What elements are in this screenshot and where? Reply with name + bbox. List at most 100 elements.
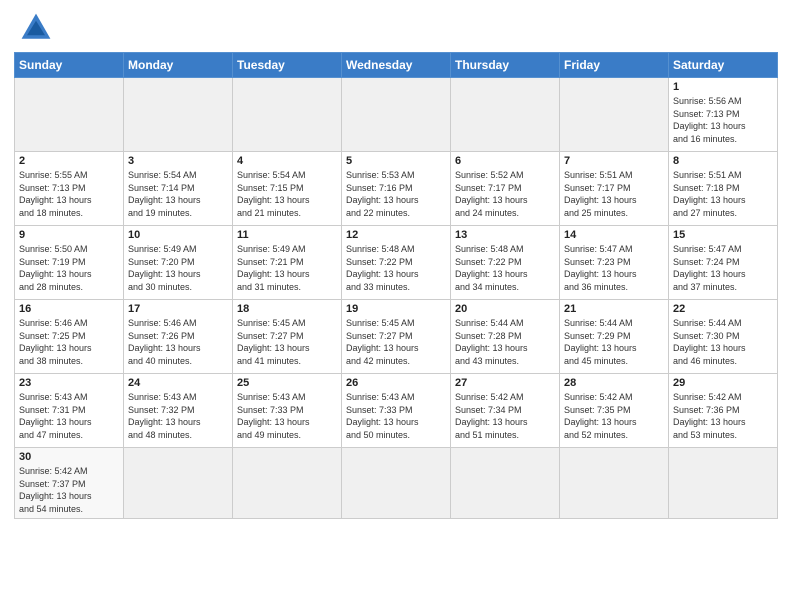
day-info: Sunrise: 5:56 AMSunset: 7:13 PMDaylight:…	[673, 95, 773, 145]
day-info: Sunrise: 5:48 AMSunset: 7:22 PMDaylight:…	[455, 243, 555, 293]
calendar-cell	[15, 78, 124, 152]
day-info: Sunrise: 5:45 AMSunset: 7:27 PMDaylight:…	[237, 317, 337, 367]
day-info: Sunrise: 5:49 AMSunset: 7:21 PMDaylight:…	[237, 243, 337, 293]
day-info: Sunrise: 5:43 AMSunset: 7:31 PMDaylight:…	[19, 391, 119, 441]
calendar-week-row: 16Sunrise: 5:46 AMSunset: 7:25 PMDayligh…	[15, 300, 778, 374]
day-number: 30	[19, 451, 119, 463]
day-number: 2	[19, 155, 119, 167]
day-info: Sunrise: 5:44 AMSunset: 7:30 PMDaylight:…	[673, 317, 773, 367]
day-info: Sunrise: 5:43 AMSunset: 7:33 PMDaylight:…	[346, 391, 446, 441]
calendar-cell: 1 Sunrise: 5:56 AMSunset: 7:13 PMDaylight…	[669, 78, 778, 152]
calendar-cell	[233, 78, 342, 152]
calendar-week-row: 9 Sunrise: 5:50 AMSunset: 7:19 PMDaylight…	[15, 226, 778, 300]
calendar-cell: 18 Sunrise: 5:45 AMSunset: 7:27 PMDayligh…	[233, 300, 342, 374]
calendar-cell	[233, 448, 342, 519]
day-info: Sunrise: 5:49 AMSunset: 7:20 PMDaylight:…	[128, 243, 228, 293]
day-number: 18	[237, 303, 337, 315]
calendar-cell	[451, 78, 560, 152]
calendar-cell: 21 Sunrise: 5:44 AMSunset: 7:29 PMDayligh…	[560, 300, 669, 374]
calendar-cell	[124, 78, 233, 152]
day-info: Sunrise: 5:47 AMSunset: 7:24 PMDaylight:…	[673, 243, 773, 293]
calendar-cell: 6 Sunrise: 5:52 AMSunset: 7:17 PMDaylight…	[451, 152, 560, 226]
calendar-cell	[342, 448, 451, 519]
day-number: 22	[673, 303, 773, 315]
calendar-cell	[560, 448, 669, 519]
calendar-cell: 15 Sunrise: 5:47 AMSunset: 7:24 PMDayligh…	[669, 226, 778, 300]
day-number: 6	[455, 155, 555, 167]
day-number: 12	[346, 229, 446, 241]
day-number: 26	[346, 377, 446, 389]
calendar-cell: 23 Sunrise: 5:43 AMSunset: 7:31 PMDayligh…	[15, 374, 124, 448]
calendar-week-row: 1 Sunrise: 5:56 AMSunset: 7:13 PMDaylight…	[15, 78, 778, 152]
day-number: 7	[564, 155, 664, 167]
calendar-cell	[560, 78, 669, 152]
weekday-header-tuesday: Tuesday	[233, 53, 342, 78]
calendar-cell: 30Sunrise: 5:42 AMSunset: 7:37 PMDayligh…	[15, 448, 124, 519]
weekday-header-wednesday: Wednesday	[342, 53, 451, 78]
page: SundayMondayTuesdayWednesdayThursdayFrid…	[0, 0, 792, 612]
day-number: 25	[237, 377, 337, 389]
calendar-cell: 22 Sunrise: 5:44 AMSunset: 7:30 PMDayligh…	[669, 300, 778, 374]
calendar-cell: 13Sunrise: 5:48 AMSunset: 7:22 PMDayligh…	[451, 226, 560, 300]
day-number: 15	[673, 229, 773, 241]
calendar-cell: 14Sunrise: 5:47 AMSunset: 7:23 PMDayligh…	[560, 226, 669, 300]
calendar-header-row: SundayMondayTuesdayWednesdayThursdayFrid…	[15, 53, 778, 78]
calendar-week-row: 23 Sunrise: 5:43 AMSunset: 7:31 PMDayligh…	[15, 374, 778, 448]
calendar-cell: 25 Sunrise: 5:43 AMSunset: 7:33 PMDayligh…	[233, 374, 342, 448]
calendar-cell	[124, 448, 233, 519]
day-number: 17	[128, 303, 228, 315]
weekday-header-thursday: Thursday	[451, 53, 560, 78]
day-number: 23	[19, 377, 119, 389]
calendar-cell: 10 Sunrise: 5:49 AMSunset: 7:20 PMDayligh…	[124, 226, 233, 300]
day-info: Sunrise: 5:42 AMSunset: 7:34 PMDaylight:…	[455, 391, 555, 441]
calendar-week-row: 30Sunrise: 5:42 AMSunset: 7:37 PMDayligh…	[15, 448, 778, 519]
calendar-cell: 26 Sunrise: 5:43 AMSunset: 7:33 PMDayligh…	[342, 374, 451, 448]
logo-icon	[18, 10, 54, 46]
day-info: Sunrise: 5:44 AMSunset: 7:28 PMDaylight:…	[455, 317, 555, 367]
calendar-cell: 7 Sunrise: 5:51 AMSunset: 7:17 PMDaylight…	[560, 152, 669, 226]
calendar-cell: 28 Sunrise: 5:42 AMSunset: 7:35 PMDayligh…	[560, 374, 669, 448]
weekday-header-saturday: Saturday	[669, 53, 778, 78]
calendar-cell: 16Sunrise: 5:46 AMSunset: 7:25 PMDayligh…	[15, 300, 124, 374]
day-number: 19	[346, 303, 446, 315]
weekday-header-friday: Friday	[560, 53, 669, 78]
calendar-cell: 3Sunrise: 5:54 AMSunset: 7:14 PMDaylight…	[124, 152, 233, 226]
calendar-week-row: 2Sunrise: 5:55 AMSunset: 7:13 PMDaylight…	[15, 152, 778, 226]
calendar-cell: 9 Sunrise: 5:50 AMSunset: 7:19 PMDaylight…	[15, 226, 124, 300]
day-number: 20	[455, 303, 555, 315]
day-number: 28	[564, 377, 664, 389]
calendar-cell: 29Sunrise: 5:42 AMSunset: 7:36 PMDayligh…	[669, 374, 778, 448]
day-number: 4	[237, 155, 337, 167]
day-info: Sunrise: 5:47 AMSunset: 7:23 PMDaylight:…	[564, 243, 664, 293]
day-info: Sunrise: 5:43 AMSunset: 7:32 PMDaylight:…	[128, 391, 228, 441]
day-info: Sunrise: 5:50 AMSunset: 7:19 PMDaylight:…	[19, 243, 119, 293]
day-number: 9	[19, 229, 119, 241]
calendar-cell: 17Sunrise: 5:46 AMSunset: 7:26 PMDayligh…	[124, 300, 233, 374]
day-number: 1	[673, 81, 773, 93]
calendar-cell: 20 Sunrise: 5:44 AMSunset: 7:28 PMDayligh…	[451, 300, 560, 374]
day-info: Sunrise: 5:51 AMSunset: 7:17 PMDaylight:…	[564, 169, 664, 219]
calendar-cell: 19 Sunrise: 5:45 AMSunset: 7:27 PMDayligh…	[342, 300, 451, 374]
day-info: Sunrise: 5:53 AMSunset: 7:16 PMDaylight:…	[346, 169, 446, 219]
calendar-cell: 11 Sunrise: 5:49 AMSunset: 7:21 PMDayligh…	[233, 226, 342, 300]
day-info: Sunrise: 5:54 AMSunset: 7:14 PMDaylight:…	[128, 169, 228, 219]
day-info: Sunrise: 5:42 AMSunset: 7:36 PMDaylight:…	[673, 391, 773, 441]
day-info: Sunrise: 5:43 AMSunset: 7:33 PMDaylight:…	[237, 391, 337, 441]
calendar-cell: 8Sunrise: 5:51 AMSunset: 7:18 PMDaylight…	[669, 152, 778, 226]
day-number: 10	[128, 229, 228, 241]
day-info: Sunrise: 5:52 AMSunset: 7:17 PMDaylight:…	[455, 169, 555, 219]
calendar-cell	[451, 448, 560, 519]
day-info: Sunrise: 5:42 AMSunset: 7:35 PMDaylight:…	[564, 391, 664, 441]
day-info: Sunrise: 5:48 AMSunset: 7:22 PMDaylight:…	[346, 243, 446, 293]
day-number: 5	[346, 155, 446, 167]
day-info: Sunrise: 5:44 AMSunset: 7:29 PMDaylight:…	[564, 317, 664, 367]
day-number: 11	[237, 229, 337, 241]
calendar: SundayMondayTuesdayWednesdayThursdayFrid…	[14, 52, 778, 519]
day-info: Sunrise: 5:46 AMSunset: 7:25 PMDaylight:…	[19, 317, 119, 367]
day-info: Sunrise: 5:45 AMSunset: 7:27 PMDaylight:…	[346, 317, 446, 367]
weekday-header-monday: Monday	[124, 53, 233, 78]
calendar-cell: 12 Sunrise: 5:48 AMSunset: 7:22 PMDayligh…	[342, 226, 451, 300]
day-number: 21	[564, 303, 664, 315]
day-number: 27	[455, 377, 555, 389]
day-info: Sunrise: 5:54 AMSunset: 7:15 PMDaylight:…	[237, 169, 337, 219]
